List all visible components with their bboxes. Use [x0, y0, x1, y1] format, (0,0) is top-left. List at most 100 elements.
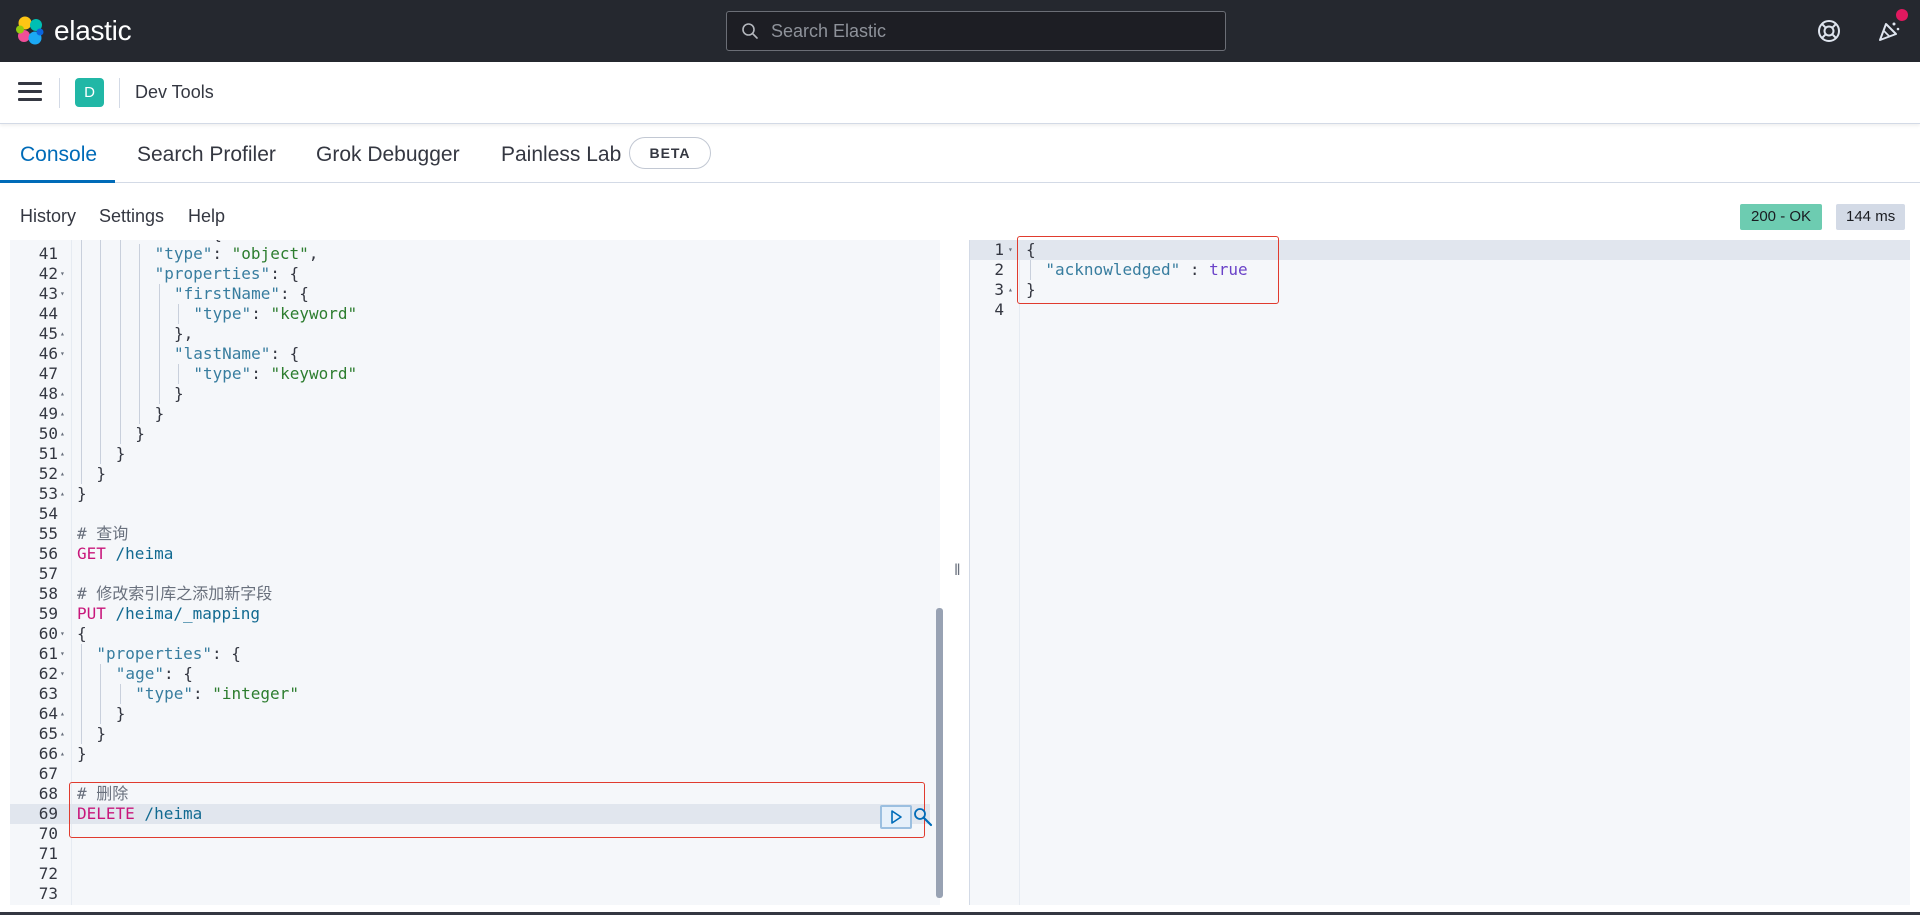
request-scrollbar[interactable] [936, 608, 943, 898]
code-line[interactable]: "firstName": { [174, 284, 309, 304]
help-link[interactable]: Help [188, 206, 225, 227]
fold-toggle[interactable]: ▾ [60, 644, 70, 664]
run-request-button[interactable] [880, 805, 912, 829]
line-number: 48 [38, 384, 58, 403]
code-line[interactable]: } [96, 724, 106, 744]
space-avatar[interactable]: D [75, 78, 104, 107]
code-line[interactable]: GET /heima [77, 544, 173, 564]
elastic-logo[interactable]: elastic [14, 15, 132, 47]
code-line[interactable]: "age": { [116, 664, 193, 684]
search-input[interactable] [771, 20, 1225, 42]
line-number: 57 [38, 564, 58, 583]
help-icon[interactable] [1816, 18, 1842, 44]
code-line[interactable]: # 修改索引库之添加新字段 [77, 584, 272, 604]
code-line[interactable]: "type": "integer" [135, 684, 299, 704]
indent-guide [139, 324, 141, 344]
tab-console[interactable]: Console [20, 143, 97, 167]
code-line[interactable]: } [77, 744, 87, 764]
line-number: 60 [38, 624, 58, 643]
indent-guide [81, 664, 82, 684]
tab-search-profiler[interactable]: Search Profiler [137, 143, 276, 167]
fold-toggle[interactable]: ▴ [60, 464, 70, 484]
fold-toggle[interactable]: ▾ [60, 664, 70, 684]
code-line[interactable]: "type": "object", [155, 244, 319, 264]
code-token: } [154, 404, 165, 423]
line-number: 54 [38, 504, 58, 523]
indent-guide [139, 344, 141, 364]
global-search[interactable] [726, 11, 1226, 51]
response-time-badge: 144 ms [1836, 204, 1906, 230]
line-number: 65 [38, 724, 58, 743]
line-number: 44 [38, 304, 58, 323]
fold-toggle[interactable]: ▾ [60, 624, 70, 644]
code-token: : { [270, 344, 300, 363]
indent-guide [81, 264, 82, 284]
indent-guide [81, 464, 82, 484]
divider [59, 78, 60, 108]
code-line[interactable]: PUT /heima/_mapping [77, 604, 260, 624]
indent-guide [81, 344, 82, 364]
code-token: : { [211, 644, 241, 663]
tab-painless-lab[interactable]: Painless Lab [501, 143, 621, 167]
code-line[interactable]: } [96, 464, 106, 484]
pane-resizer[interactable]: ‖ [954, 562, 961, 580]
fold-toggle[interactable]: ▴ [60, 484, 70, 504]
fold-toggle[interactable]: ▴ [60, 384, 70, 404]
code-line[interactable]: }, [174, 324, 193, 344]
newsfeed-icon[interactable] [1876, 18, 1902, 44]
code-line[interactable]: # 查询 [77, 524, 128, 544]
fold-toggle[interactable]: ▴ [60, 404, 70, 424]
line-number: 45 [38, 324, 58, 343]
indent-guide [100, 324, 102, 344]
code-line[interactable]: "properties": { [96, 644, 241, 664]
indent-guide [158, 384, 160, 404]
response-editor: 1 ▾{2 "acknowledged" : true 3 ▴} 4 [970, 240, 1910, 905]
indent-guide [81, 644, 82, 664]
code-line[interactable]: } [116, 444, 126, 464]
line-number: 61 [38, 644, 58, 663]
line-number: 46 [38, 344, 58, 363]
code-line[interactable]: "properties": { [155, 264, 300, 284]
fold-toggle[interactable]: ▾ [60, 284, 70, 304]
code-token: "type" [193, 304, 252, 323]
code-line[interactable]: "lastName": { [174, 344, 299, 364]
code-token: "lastName" [174, 344, 271, 363]
code-line[interactable]: } [135, 424, 145, 444]
fold-toggle[interactable]: ▴ [60, 724, 70, 744]
console-menu: History Settings Help [0, 184, 1920, 240]
code-line[interactable]: "type": "keyword" [193, 304, 357, 324]
code-token: } [96, 464, 107, 483]
code-token: : [251, 364, 271, 383]
line-number: 66 [38, 744, 58, 763]
indent-guide [119, 244, 121, 264]
code-line[interactable]: } [174, 384, 184, 404]
top-header: elastic [0, 0, 1920, 62]
fold-toggle[interactable]: ▾ [60, 264, 70, 284]
fold-toggle[interactable]: ▾ [60, 344, 70, 364]
tab-grok-debugger[interactable]: Grok Debugger [316, 143, 460, 167]
fold-toggle[interactable]: ▴ [60, 704, 70, 724]
code-line[interactable]: } [116, 704, 126, 724]
request-options-button[interactable] [912, 805, 934, 829]
fold-toggle[interactable]: ▴ [60, 324, 70, 344]
indent-guide [158, 344, 160, 364]
fold-toggle[interactable]: ▴ [60, 444, 70, 464]
code-line[interactable]: } [77, 484, 87, 504]
line-number: 70 [38, 824, 58, 843]
code-line[interactable]: } [155, 404, 165, 424]
code-token: : [251, 304, 271, 323]
code-token: /heima/_mapping [105, 604, 261, 623]
indent-guide [158, 304, 160, 324]
fold-toggle[interactable]: ▴ [60, 744, 70, 764]
fold-toggle[interactable]: ▴ [60, 424, 70, 444]
history-link[interactable]: History [20, 206, 76, 227]
menu-icon[interactable] [18, 82, 42, 102]
settings-link[interactable]: Settings [99, 206, 164, 227]
brand-name: elastic [54, 15, 132, 46]
code-line[interactable]: { [77, 624, 87, 644]
code-token: # 查询 [77, 524, 129, 543]
code-line[interactable]: "type": "keyword" [193, 364, 357, 384]
indent-guide [178, 304, 179, 324]
code-token: , [308, 244, 319, 263]
line-number: 42 [38, 264, 58, 283]
